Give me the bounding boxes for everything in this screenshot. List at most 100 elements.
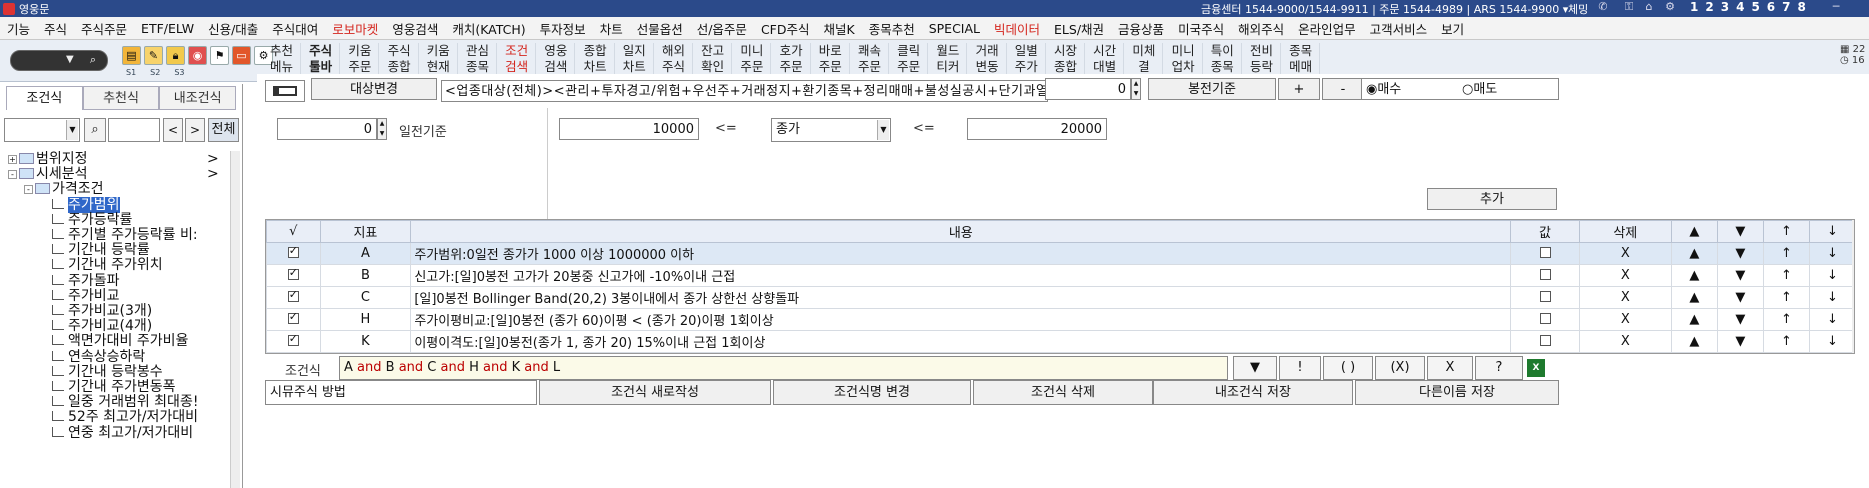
tree-node-label[interactable]: 주가등락률 [68,212,132,228]
check-cell[interactable] [266,242,321,265]
move-bottom-button[interactable]: ↓ [1808,242,1854,265]
screen-pages[interactable]: 12345678 [1690,0,1806,14]
method-field[interactable]: 시뮤주식 방법 [265,380,537,405]
chevron-right-icon[interactable]: > [207,151,219,167]
tree-node[interactable]: + 범위지정 > [8,151,219,167]
tree-node-label[interactable]: 기간내 주가위치 [68,257,163,273]
menu-item[interactable]: 영웅검색 [385,19,445,38]
move-top-button[interactable]: ↑ [1762,330,1810,353]
rename-condition-button[interactable]: 조건식명 변경 [773,380,971,405]
monitor-icon[interactable]: ▭ [232,46,251,65]
table-row[interactable]: A주가범위:0일전 종가가 1000 이상 1000000 이하 X▲▼↑↓ [266,242,1854,265]
search-input[interactable] [108,118,160,142]
page-7[interactable]: 7 [1782,0,1790,14]
tab-my-condition[interactable]: 내조건식 [159,86,237,110]
tree-node-label[interactable]: 연속상승하락 [68,349,145,365]
prev-button[interactable]: < [163,118,183,142]
tree-node[interactable]: 주기별 주가등락률 비: [52,227,198,243]
delete-button[interactable]: X [1578,330,1672,353]
menu-item[interactable]: 선/옵주문 [690,19,754,38]
tree-node[interactable]: 기간내 주가위치 [52,257,163,273]
add-button[interactable]: 추가 [1427,188,1557,210]
menu-item[interactable]: 채널K [816,19,861,38]
delete-button[interactable]: X [1578,264,1672,287]
tree-node[interactable]: 주가비교(4개) [52,318,152,334]
expression-button[interactable]: ( ) [1323,356,1373,380]
table-row[interactable]: B신고가:[일]0봉전 고가가 20봉중 신고가에 -10%이내 근접 X▲▼↑↓ [266,264,1854,287]
move-down-button[interactable]: ▼ [1716,286,1764,309]
tree-node-label[interactable]: 주가비교(4개) [68,318,152,334]
tree-node-label[interactable]: 52주 최고가/저가대비 [68,409,198,425]
save-my-condition-button[interactable]: 내조건식 저장 [1153,380,1353,405]
tree-node-label[interactable]: 주가돌파 [68,273,120,289]
tree-node[interactable]: 액면가대비 주가비율 [52,333,188,349]
menu-item[interactable]: 금융상품 [1111,19,1171,38]
expand-icon[interactable]: - [8,170,17,180]
tree-node[interactable]: 일중 거래범위 최대종! [52,394,198,410]
table-row[interactable]: H주가이평비교:[일]0봉전 (종가 60)이평 < (종가 20)이평 1회이… [266,308,1854,331]
move-top-button[interactable]: ↑ [1762,264,1810,287]
tree-node-label[interactable]: 일중 거래범위 최대종! [68,394,198,410]
slot-label[interactable]: S3 [174,68,184,77]
slot-label[interactable]: S1 [126,68,136,77]
value-checkbox[interactable] [1539,335,1551,346]
move-top-button[interactable]: ↑ [1762,242,1810,265]
pencil-icon[interactable]: ✎ [144,46,163,65]
check-cell[interactable] [266,286,321,309]
new-condition-button[interactable]: 조건식 새로작성 [539,380,771,405]
tree-node[interactable]: 52주 최고가/저가대비 [52,409,198,425]
home-icon[interactable]: ⌂ [1643,1,1655,13]
tree-node-label[interactable]: 가격조건 [52,181,104,197]
menu-item[interactable]: 해외주식 [1231,19,1291,38]
page-2[interactable]: 2 [1705,0,1713,14]
chevron-right-icon[interactable]: > [207,166,219,182]
day-offset-spinner[interactable]: ▲ ▼ [377,118,387,140]
delete-button[interactable]: X [1578,242,1672,265]
tree-node-label[interactable]: 범위지정 [36,151,88,167]
row-checkbox[interactable] [287,266,299,280]
tab-condition[interactable]: 조건식 [6,86,83,110]
expression-button[interactable]: X [1427,356,1473,380]
move-down-button[interactable]: ▼ [1716,264,1764,287]
tree-node[interactable]: 주가비교(3개) [52,303,152,319]
tree-node[interactable]: - 가격조건 [24,181,104,197]
search-icon[interactable]: ⌕ [84,53,102,68]
tree-node-label[interactable]: 기간내 등락봉수 [68,364,163,380]
bar-basis-button[interactable]: 봉전기준 [1148,78,1276,100]
tree-node-label[interactable]: 시세분석 [36,166,88,182]
max-value-input[interactable]: 20000 [967,118,1107,140]
lock-icon[interactable]: ⚿ [1623,1,1635,13]
category-select[interactable]: ▼ [4,118,80,142]
menu-item[interactable]: 종목추천 [862,19,922,38]
pin-icon[interactable]: ✆ [1597,1,1609,13]
bar-offset-spinner[interactable]: ▲ ▼ [1131,78,1141,100]
table-row[interactable]: C[일]0봉전 Bollinger Band(20,2) 3봉이내에서 종가 상… [266,286,1854,309]
tree-node[interactable]: 연중 최고가/저가대비 [52,425,193,441]
slot-label[interactable]: S2 [150,68,160,77]
row-checkbox[interactable] [287,310,299,324]
camera-icon[interactable]: ◉ [188,46,207,65]
min-value-input[interactable]: 10000 [559,118,699,140]
menu-item[interactable]: CFD주식 [754,19,817,38]
chevron-down-icon[interactable]: ▼ [66,120,78,140]
tree-node-label[interactable]: 주가범위 [68,196,120,213]
check-label[interactable]: 체밍 [1568,1,1588,17]
minimize-icon[interactable]: ─ [1830,1,1842,13]
tree-node-label[interactable]: 액면가대비 주가비율 [68,333,188,349]
menu-item[interactable]: 선물옵션 [630,19,690,38]
sell-radio[interactable]: ○매도 [1462,79,1497,100]
value-cell[interactable] [1510,308,1580,331]
table-row[interactable]: K이평이격도:[일]0봉전(종가 1, 종가 20) 15%이내 근접 1회이상… [266,330,1854,353]
minus-button[interactable]: - [1322,78,1364,100]
tree-node[interactable]: 주가돌파 [52,273,120,289]
delete-button[interactable]: X [1578,308,1672,331]
expression-button[interactable]: ? [1475,356,1523,380]
tab-recommend[interactable]: 추천식 [82,86,160,110]
menu-item[interactable]: ETF/ELW [134,21,201,36]
move-up-button[interactable]: ▲ [1670,308,1718,331]
save-as-button[interactable]: 다른이름 저장 [1355,380,1559,405]
expression-button[interactable]: (X) [1375,356,1425,380]
move-up-button[interactable]: ▲ [1670,264,1718,287]
menu-item[interactable]: 미국주식 [1171,19,1231,38]
gear-icon[interactable]: ⚙ [1664,1,1676,13]
